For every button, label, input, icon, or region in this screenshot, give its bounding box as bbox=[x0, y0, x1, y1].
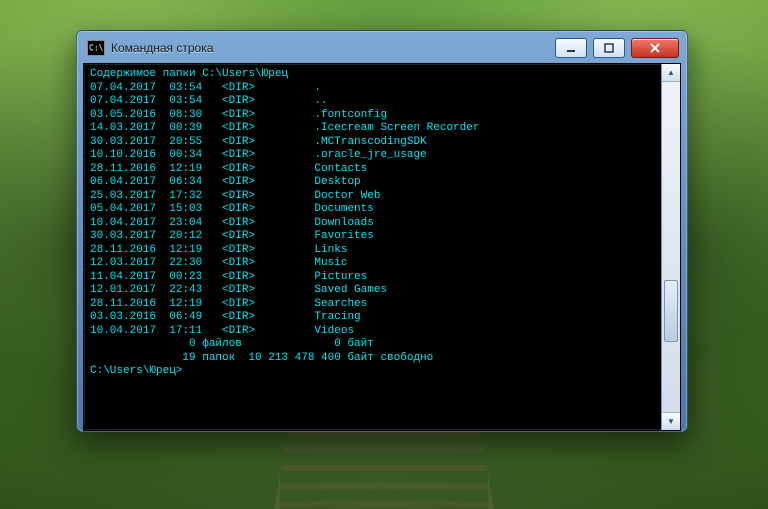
desktop-wallpaper: Командная строка Содержимое папки C:\Use… bbox=[0, 0, 768, 509]
close-icon bbox=[649, 43, 661, 53]
dir-entry: 10.04.2017 17:11 <DIR> Videos bbox=[90, 325, 656, 339]
scroll-up-button[interactable]: ▲ bbox=[662, 64, 680, 82]
window-title: Командная строка bbox=[111, 41, 213, 55]
summary-line: 19 папок 10 213 478 400 байт свободно bbox=[90, 352, 656, 366]
dir-entry: 12.01.2017 22:43 <DIR> Saved Games bbox=[90, 284, 656, 298]
scroll-thumb[interactable] bbox=[664, 280, 678, 342]
cmd-window: Командная строка Содержимое папки C:\Use… bbox=[76, 30, 688, 432]
dir-entry: 03.05.2016 08:30 <DIR> .fontconfig bbox=[90, 109, 656, 123]
console-client-area: Содержимое папки C:\Users\Юрец07.04.2017… bbox=[83, 63, 681, 431]
scroll-track[interactable] bbox=[662, 82, 680, 412]
maximize-button[interactable] bbox=[593, 38, 625, 58]
minimize-button[interactable] bbox=[555, 38, 587, 58]
dir-entry: 12.03.2017 22:30 <DIR> Music bbox=[90, 257, 656, 271]
console-output[interactable]: Содержимое папки C:\Users\Юрец07.04.2017… bbox=[84, 64, 662, 430]
minimize-icon bbox=[566, 43, 576, 53]
dir-entry: 14.03.2017 00:39 <DIR> .Icecream Screen … bbox=[90, 122, 656, 136]
dir-entry: 05.04.2017 15:03 <DIR> Documents bbox=[90, 203, 656, 217]
dir-entry: 10.10.2016 00:34 <DIR> .oracle_jre_usage bbox=[90, 149, 656, 163]
titlebar[interactable]: Командная строка bbox=[83, 37, 681, 63]
dir-entry: 28.11.2016 12:19 <DIR> Searches bbox=[90, 298, 656, 312]
summary-line: 0 файлов 0 байт bbox=[90, 338, 656, 352]
dir-entry: 03.03.2016 06:49 <DIR> Tracing bbox=[90, 311, 656, 325]
dir-header: Содержимое папки C:\Users\Юрец bbox=[90, 68, 656, 82]
dir-entry: 06.04.2017 06:34 <DIR> Desktop bbox=[90, 176, 656, 190]
prompt-line: C:\Users\Юрец> bbox=[90, 365, 656, 379]
dir-entry: 30.03.2017 20:12 <DIR> Favorites bbox=[90, 230, 656, 244]
scroll-down-button[interactable]: ▼ bbox=[662, 412, 680, 430]
vertical-scrollbar[interactable]: ▲ ▼ bbox=[661, 64, 680, 430]
dir-entry: 07.04.2017 03:54 <DIR> .. bbox=[90, 95, 656, 109]
dir-entry: 28.11.2016 12:19 <DIR> Contacts bbox=[90, 163, 656, 177]
cmd-icon bbox=[87, 40, 105, 56]
dir-entry: 07.04.2017 03:54 <DIR> . bbox=[90, 82, 656, 96]
dir-entry: 28.11.2016 12:19 <DIR> Links bbox=[90, 244, 656, 258]
dir-entry: 25.03.2017 17:32 <DIR> Doctor Web bbox=[90, 190, 656, 204]
maximize-icon bbox=[604, 43, 614, 53]
dir-entry: 11.04.2017 00:23 <DIR> Pictures bbox=[90, 271, 656, 285]
dir-entry: 30.03.2017 20:55 <DIR> .MCTranscodingSDK bbox=[90, 136, 656, 150]
dir-entry: 10.04.2017 23:04 <DIR> Downloads bbox=[90, 217, 656, 231]
close-button[interactable] bbox=[631, 38, 679, 58]
